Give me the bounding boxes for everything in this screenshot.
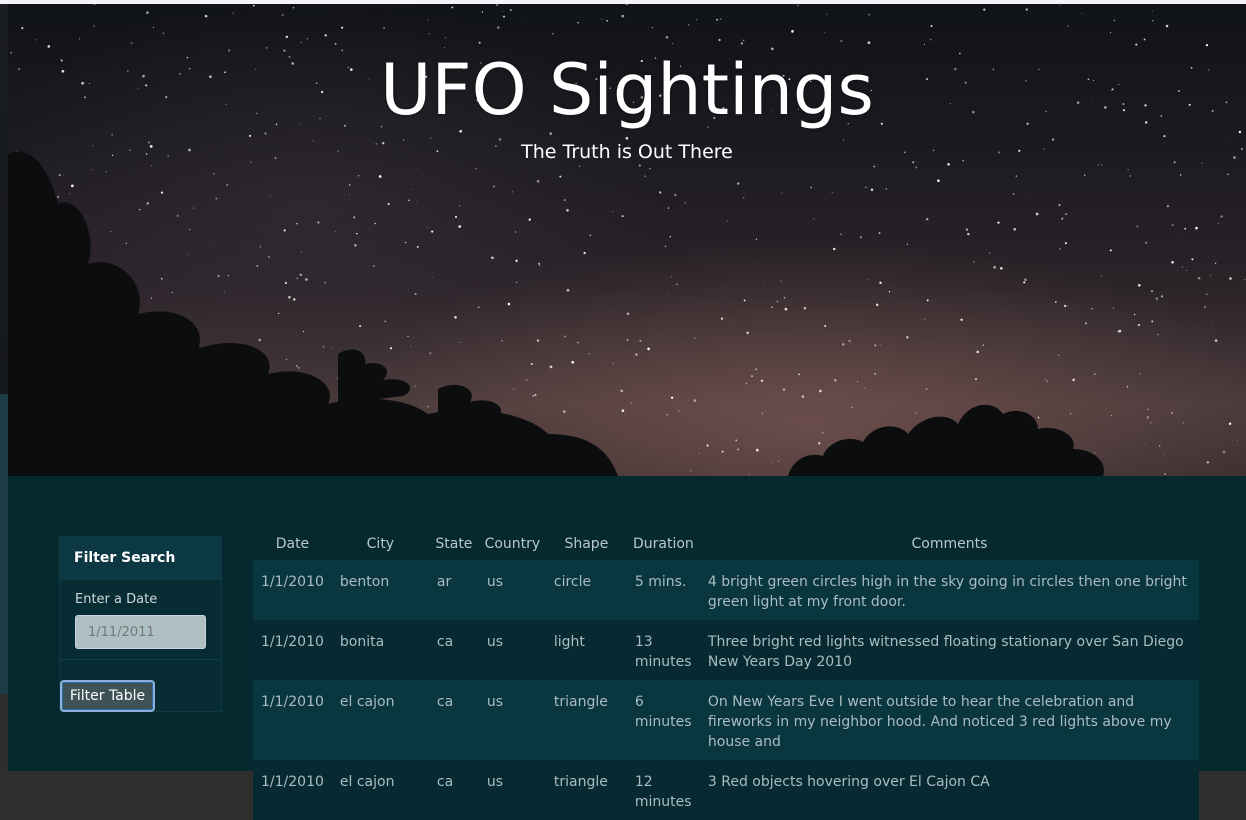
- ufo-table: Date City State Country Shape Duration C…: [253, 528, 1199, 820]
- cell-comments: 3 Red objects hovering over El Cajon CA: [699, 760, 1199, 820]
- cell-duration: 6 minutes: [626, 680, 700, 760]
- cell-country: us: [478, 760, 546, 820]
- filter-table-button[interactable]: Filter Table: [60, 680, 155, 712]
- col-header-state: State: [435, 536, 473, 552]
- cell-comments: Three bright red lights witnessed floati…: [699, 620, 1199, 680]
- date-input[interactable]: [75, 615, 206, 649]
- col-header-duration: Duration: [632, 536, 694, 552]
- cell-state: ca: [428, 760, 479, 820]
- cell-state: ca: [428, 680, 479, 760]
- page-subtitle: The Truth is Out There: [521, 141, 733, 163]
- cell-country: us: [478, 680, 546, 760]
- filter-panel-heading: Filter Search: [60, 537, 221, 580]
- cell-state: ar: [428, 560, 479, 620]
- hero-banner: UFO Sightings The Truth is Out There: [8, 4, 1246, 476]
- cell-shape: circle: [545, 560, 627, 620]
- window-left-edge: [0, 4, 8, 771]
- col-header-shape: Shape: [564, 536, 609, 552]
- table-row: 1/1/2010 bonita ca us light 13 minutes T…: [253, 620, 1199, 680]
- cell-city: el cajon: [331, 760, 429, 820]
- cell-date: 1/1/2010: [253, 760, 332, 820]
- page-title: UFO Sightings: [380, 49, 874, 131]
- cell-date: 1/1/2010: [253, 680, 332, 760]
- cell-shape: light: [545, 620, 627, 680]
- table-row: 1/1/2010 el cajon ca us triangle 12 minu…: [253, 760, 1199, 820]
- cell-duration: 13 minutes: [626, 620, 700, 680]
- content-area: Filter Search Enter a Date Filter Table …: [8, 476, 1246, 820]
- col-header-date: Date: [275, 536, 310, 552]
- cell-shape: triangle: [545, 760, 627, 820]
- cell-city: el cajon: [331, 680, 429, 760]
- cell-city: benton: [331, 560, 429, 620]
- table-header: Date City State Country Shape Duration C…: [253, 528, 1199, 560]
- table-row: 1/1/2010 el cajon ca us triangle 6 minut…: [253, 680, 1199, 760]
- cell-duration: 5 mins.: [626, 560, 700, 620]
- cell-date: 1/1/2010: [253, 560, 332, 620]
- col-header-country: Country: [484, 536, 541, 552]
- col-header-comments: Comments: [911, 536, 988, 552]
- cell-comments: On New Years Eve I went outside to hear …: [699, 680, 1199, 760]
- panel-divider: [60, 659, 221, 660]
- cell-comments: 4 bright green circles high in the sky g…: [699, 560, 1199, 620]
- table-row: 1/1/2010 benton ar us circle 5 mins. 4 b…: [253, 560, 1199, 620]
- cell-duration: 12 minutes: [626, 760, 700, 820]
- col-header-city: City: [366, 536, 395, 552]
- cell-city: bonita: [331, 620, 429, 680]
- date-label: Enter a Date: [75, 592, 158, 607]
- cell-date: 1/1/2010: [253, 620, 332, 680]
- cell-state: ca: [428, 620, 479, 680]
- cell-country: us: [478, 560, 546, 620]
- cell-shape: triangle: [545, 680, 627, 760]
- cell-country: us: [478, 620, 546, 680]
- table-body: 1/1/2010 benton ar us circle 5 mins. 4 b…: [253, 560, 1199, 820]
